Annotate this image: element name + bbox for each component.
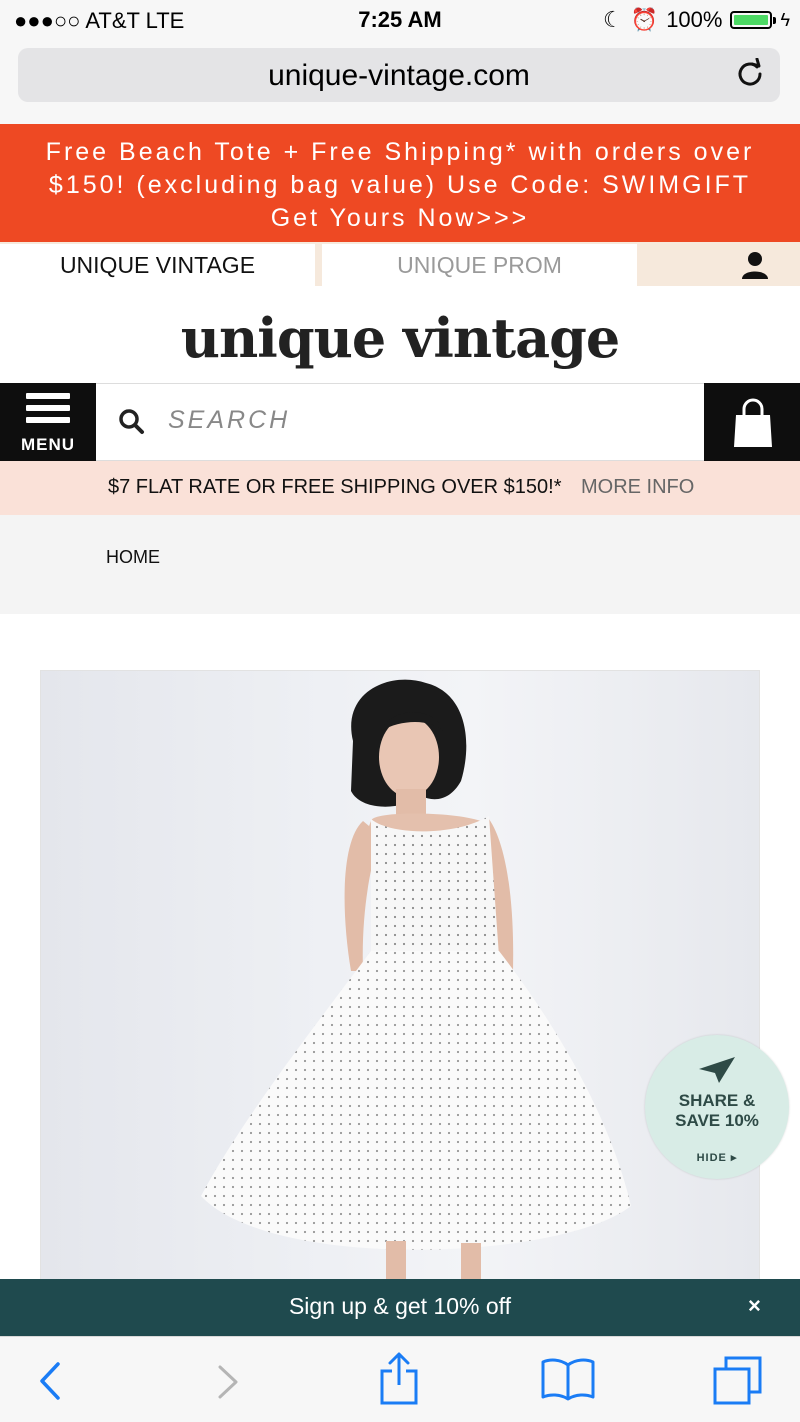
- bookmarks-icon[interactable]: [540, 1357, 596, 1401]
- moon-icon: ☾: [603, 7, 623, 32]
- search-placeholder: SEARCH: [168, 406, 291, 434]
- status-right: ☾ ⏰ 100% ϟ: [603, 7, 790, 33]
- hamburger-icon: [26, 393, 70, 429]
- battery-percent: 100%: [666, 7, 723, 32]
- share-save-widget[interactable]: SHARE & SAVE 10% HIDE ▸: [645, 1035, 789, 1179]
- safari-toolbar: [0, 1336, 800, 1422]
- account-icon[interactable]: [740, 250, 770, 280]
- forward-icon[interactable]: [216, 1364, 240, 1400]
- share-save-text: SHARE & SAVE 10%: [675, 1091, 759, 1130]
- site-tabs: UNIQUE VINTAGE UNIQUE PROM: [0, 242, 800, 286]
- shopping-bag-icon: [734, 398, 772, 447]
- menu-label: MENU: [20, 435, 76, 454]
- search-icon: [119, 409, 144, 434]
- signup-text[interactable]: Sign up & get 10% off: [0, 1293, 800, 1320]
- paper-plane-icon: [699, 1057, 735, 1083]
- more-info-link[interactable]: MORE INFO: [581, 476, 694, 499]
- shipping-info-bar: $7 FLAT RATE OR FREE SHIPPING OVER $150!…: [0, 461, 800, 515]
- shipping-text: $7 FLAT RATE OR FREE SHIPPING OVER $150!…: [108, 476, 562, 498]
- breadcrumb-home[interactable]: HOME: [106, 547, 160, 568]
- signup-close-icon[interactable]: ×: [748, 1293, 761, 1319]
- promo-line-2: $150! (excluding bag value) Use Code: SW…: [48, 171, 752, 199]
- promo-line-3: Get Yours Now>>>: [270, 204, 530, 232]
- hide-button[interactable]: HIDE ▸: [645, 1151, 789, 1164]
- charging-icon: ϟ: [780, 9, 790, 30]
- dress-model-illustration: [201, 679, 631, 1279]
- cart-button[interactable]: [704, 383, 800, 461]
- promo-line-1: Free Beach Tote + Free Shipping* with or…: [45, 138, 755, 166]
- address-bar[interactable]: unique-vintage.com: [18, 48, 780, 102]
- search-input[interactable]: SEARCH: [96, 383, 704, 461]
- share-icon[interactable]: [378, 1351, 420, 1407]
- battery-icon: [730, 11, 777, 29]
- product-image[interactable]: [40, 670, 760, 1280]
- site-logo[interactable]: unique vintage: [0, 294, 800, 382]
- alarm-icon: ⏰: [630, 7, 659, 32]
- status-bar: ●●●○○ AT&T LTE 7:25 AM ☾ ⏰ 100% ϟ: [0, 0, 800, 40]
- back-icon[interactable]: [38, 1361, 62, 1401]
- tabs-icon[interactable]: [712, 1355, 764, 1405]
- tab-unique-prom[interactable]: UNIQUE PROM: [322, 244, 637, 286]
- tab-unique-vintage[interactable]: UNIQUE VINTAGE: [0, 244, 315, 286]
- menu-button[interactable]: MENU: [0, 383, 96, 461]
- safari-address-area: unique-vintage.com: [0, 40, 800, 124]
- signup-bar[interactable]: Sign up & get 10% off ×: [0, 1279, 800, 1336]
- url-text[interactable]: unique-vintage.com: [18, 59, 780, 93]
- reload-icon[interactable]: [734, 58, 766, 90]
- promo-banner[interactable]: Free Beach Tote + Free Shipping* with or…: [0, 124, 800, 242]
